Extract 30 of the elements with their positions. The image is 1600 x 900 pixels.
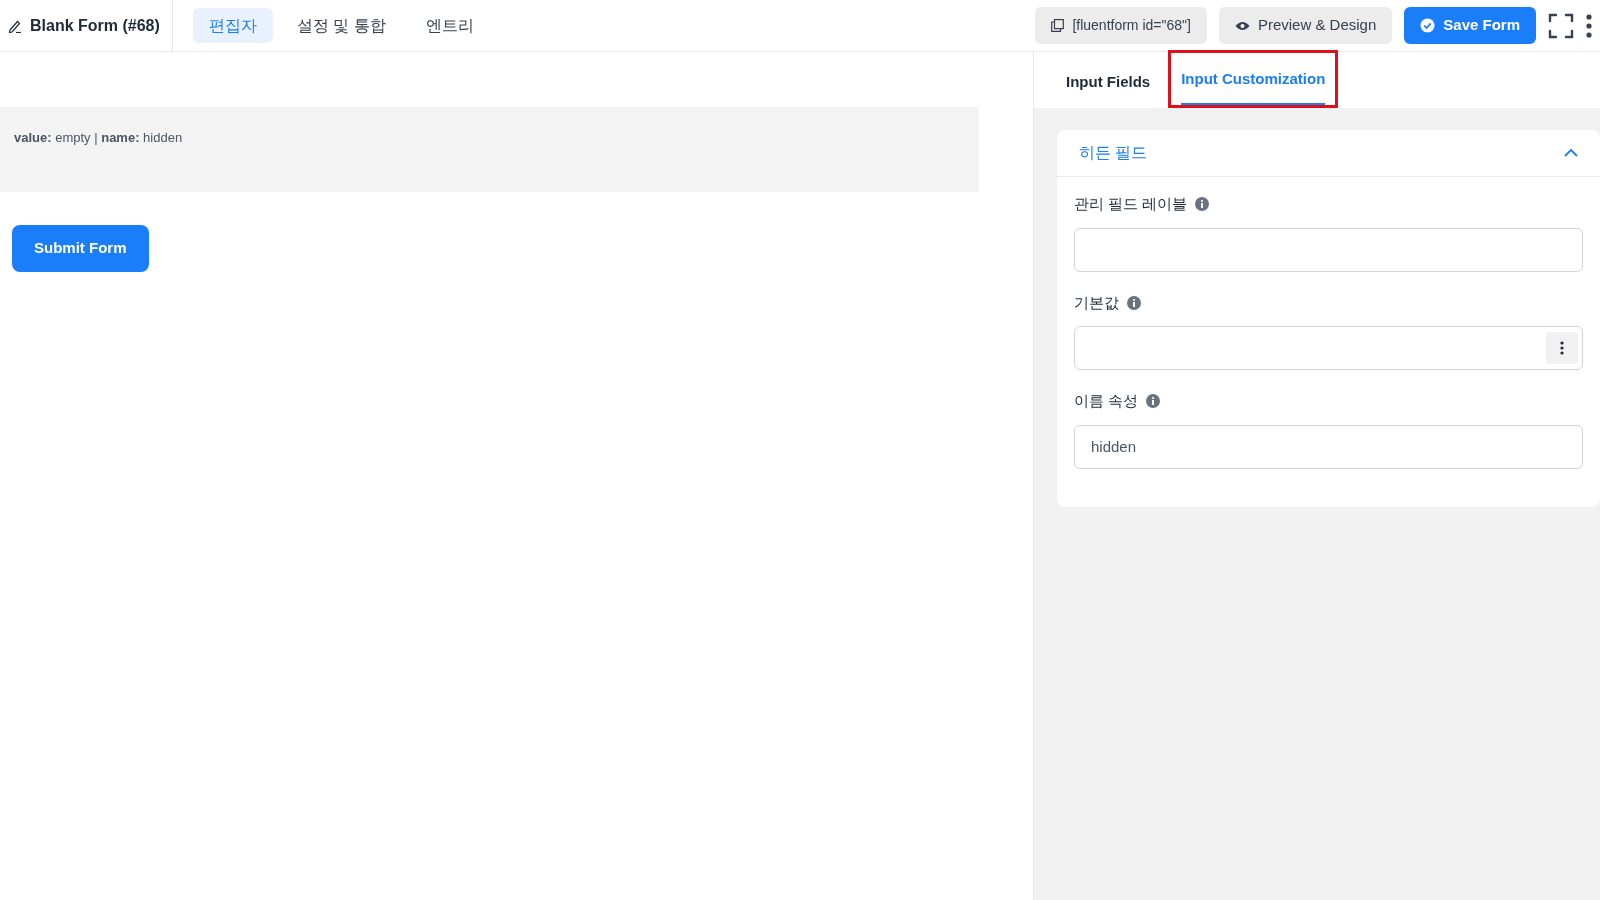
more-options-button[interactable] [1546,332,1578,364]
submit-form-button[interactable]: Submit Form [12,225,149,272]
nav-tab[interactable]: 설정 및 통합 [280,8,402,43]
check-circle-icon [1420,18,1436,33]
info-icon [1195,197,1210,212]
more-menu-icon[interactable] [1586,13,1592,38]
hidden-field-info: value: empty | name: hidden [14,130,183,145]
sidebar-tab[interactable]: Input Fields [1066,70,1151,108]
fullscreen-icon[interactable] [1548,12,1574,39]
preview-design-button[interactable]: Preview & Design [1218,7,1393,44]
input-field[interactable] [1074,227,1583,272]
eye-icon [1234,20,1250,31]
info-icon [1146,394,1161,409]
field-label: 이름 속성 [1074,391,1139,411]
shortcode-button[interactable]: [fluentform id="68"] [1035,7,1207,44]
info-icon [1127,295,1141,310]
nav-tab[interactable]: 엔트리 [409,8,490,43]
copy-icon [1051,19,1065,32]
hidden-field-preview[interactable]: value: empty | name: hidden [0,107,979,192]
field-label: 관리 필드 레이블 [1074,194,1188,214]
chevron-up-icon[interactable] [1564,149,1578,157]
pencil-icon [8,18,22,33]
section-title: 히든 필드 [1079,143,1148,163]
vertical-dots-icon [1560,341,1564,355]
form-title: Blank Form (#68) [30,15,160,36]
field-label: 기본값 [1074,292,1119,313]
sidebar-tab[interactable]: Input Customization [1181,67,1326,105]
input-field[interactable]: hidden [1074,424,1583,469]
save-form-button[interactable]: Save Form [1404,7,1536,44]
input-field[interactable] [1074,326,1583,370]
